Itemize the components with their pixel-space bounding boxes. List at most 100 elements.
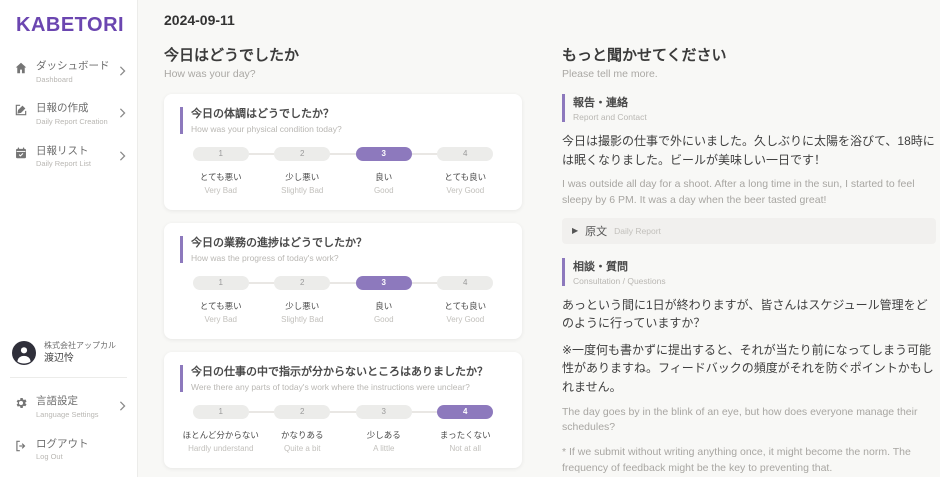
rating-option-label: とても悪い [200, 171, 242, 183]
question-title: 今日の業務の進捗はどうでしたか？ [191, 236, 506, 251]
nav-item-sublabel: Language Settings [36, 410, 119, 420]
section-title: 報告・連絡 [573, 94, 936, 110]
logout-icon [14, 439, 28, 453]
report-text-jp: ※一度何も書かずに提出すると、それが当たり前になってしまう可能性がありますね。フ… [562, 341, 936, 397]
sidebar-item-daily-report-creation[interactable]: 日報の作成 Daily Report Creation [0, 93, 137, 135]
rating-option-label: 少し悪い [285, 300, 319, 312]
rating-pill[interactable]: 2 [274, 147, 330, 161]
rating-pill[interactable]: 4 [437, 405, 493, 419]
rating-option-label: 少し悪い [285, 171, 319, 183]
rating-scale: 1 とても悪い Very Bad 2 少し悪い Slightly Bad 3 良… [180, 147, 506, 195]
rating-option: 2 かなりある Quite a bit [262, 405, 344, 453]
rating-pill[interactable]: 2 [274, 276, 330, 290]
rating-option: 4 まったくない Not at all [425, 405, 507, 453]
survey-column: 今日はどうでしたか How was your day? 今日の体調はどうでしたか… [164, 44, 522, 477]
feedback-title: もっと聞かせてください [562, 44, 936, 65]
report-text-jp: 今日は撮影の仕事で外にいました。久しぶりに太陽を浴びて、18時には眠くなりました… [562, 132, 936, 169]
rating-option-sublabel: Good [374, 186, 394, 195]
rating-option: 1 ほとんど分からない Hardly understand [180, 405, 262, 453]
triangle-right-icon: ▶ [572, 227, 578, 235]
nav-item-label: 言語設定 [36, 395, 119, 409]
rating-option-label: まったくない [440, 429, 491, 441]
rating-option: 3 良い Good [343, 276, 425, 324]
rating-scale: 1 とても悪い Very Bad 2 少し悪い Slightly Bad 3 良… [180, 276, 506, 324]
rating-option-sublabel: Slightly Bad [281, 186, 323, 195]
sidebar: KABETORI ダッシュボード Dashboard 日報の作成 Daily R… [0, 0, 138, 477]
sidebar-divider [10, 377, 127, 378]
nav-item-sublabel: Log Out [36, 452, 127, 462]
nav-item-sublabel: Dashboard [36, 75, 119, 85]
report-text-en: The day goes by in the blink of an eye, … [562, 405, 936, 437]
nav-item-sublabel: Daily Report Creation [36, 117, 119, 127]
rating-option: 3 良い Good [343, 147, 425, 195]
rating-option-sublabel: Very Bad [205, 315, 237, 324]
chevron-right-icon [119, 66, 127, 76]
survey-subtitle: How was your day? [164, 68, 522, 80]
user-name: 渡辺怜 [44, 352, 125, 365]
main-content: 2024-09-11 今日はどうでしたか How was your day? 今… [138, 0, 940, 477]
sidebar-item-dashboard[interactable]: ダッシュボード Dashboard [0, 51, 137, 93]
rating-pill[interactable]: 3 [356, 405, 412, 419]
rating-pill[interactable]: 3 [356, 147, 412, 161]
user-block: 株式会社アップカル 渡辺怜 [0, 333, 137, 377]
sidebar-nav: ダッシュボード Dashboard 日報の作成 Daily Report Cre… [0, 51, 137, 178]
rating-pill[interactable]: 1 [193, 276, 249, 290]
rating-option-label: 良い [375, 300, 392, 312]
rating-option: 2 少し悪い Slightly Bad [262, 276, 344, 324]
rating-pill[interactable]: 4 [437, 276, 493, 290]
rating-scale: 1 ほとんど分からない Hardly understand 2 かなりある Qu… [180, 405, 506, 453]
question-title: 今日の仕事の中で指示が分からないところはありましたか？ [191, 365, 506, 380]
feedback-subtitle: Please tell me more. [562, 68, 936, 80]
nav-item-label: ダッシュボード [36, 60, 119, 74]
rating-option: 4 とても良い Very Good [425, 147, 507, 195]
rating-pill[interactable]: 1 [193, 147, 249, 161]
question-card: 今日の業務の進捗はどうでしたか？ How was the progress of… [164, 223, 522, 339]
rating-pill[interactable]: 1 [193, 405, 249, 419]
question-card: 今日の体調はどうでしたか？ How was your physical cond… [164, 94, 522, 210]
sidebar-item-language-settings[interactable]: 言語設定 Language Settings [0, 386, 137, 428]
rating-option-sublabel: Slightly Bad [281, 315, 323, 324]
report-text-jp: あっという間に1日が終わりますが、皆さんはスケジュール管理をどのように行っていま… [562, 296, 936, 333]
question-card: 今日の仕事の中で指示が分からないところはありましたか？ Were there a… [164, 352, 522, 468]
rating-option-sublabel: Very Bad [205, 186, 237, 195]
chevron-right-icon [119, 151, 127, 161]
rating-pill[interactable]: 3 [356, 276, 412, 290]
report-text-en: I was outside all day for a shoot. After… [562, 177, 936, 209]
rating-option-sublabel: Hardly understand [188, 444, 253, 453]
chevron-right-icon [119, 108, 127, 118]
rating-option: 4 とても良い Very Good [425, 276, 507, 324]
nav-item-label: 日報の作成 [36, 102, 119, 116]
rating-option-sublabel: Good [374, 315, 394, 324]
rating-option-sublabel: Very Good [446, 186, 484, 195]
rating-option-sublabel: A little [373, 444, 394, 453]
chevron-right-icon [119, 401, 127, 411]
question-subtitle: How was the progress of today's work? [191, 253, 506, 263]
rating-option-label: ほとんど分からない [183, 429, 259, 441]
section-title: 相談・質問 [573, 258, 936, 274]
section-subtitle: Consultation / Questions [573, 276, 936, 286]
edit-icon [14, 103, 28, 117]
rating-option-label: とても良い [444, 300, 486, 312]
question-title: 今日の体調はどうでしたか？ [191, 107, 506, 122]
original-text-sublabel: Daily Report [614, 226, 661, 236]
rating-option: 2 少し悪い Slightly Bad [262, 147, 344, 195]
rating-pill[interactable]: 4 [437, 147, 493, 161]
feedback-section: 相談・質問 Consultation / Questions あっという間に1日… [562, 258, 936, 477]
calendar-icon [14, 146, 28, 160]
original-text-label: 原文 [585, 223, 607, 239]
sidebar-footer-nav: 言語設定 Language Settings ログアウト Log Out [0, 386, 137, 471]
nav-item-sublabel: Daily Report List [36, 159, 119, 169]
original-text-toggle[interactable]: ▶ 原文 Daily Report [562, 218, 936, 244]
rating-pill[interactable]: 2 [274, 405, 330, 419]
section-subtitle: Report and Contact [573, 112, 936, 122]
rating-option-sublabel: Quite a bit [284, 444, 320, 453]
sidebar-item-log-out[interactable]: ログアウト Log Out [0, 429, 137, 471]
rating-option-label: 少しある [367, 429, 401, 441]
rating-option-sublabel: Not at all [449, 444, 481, 453]
report-date: 2024-09-11 [164, 12, 940, 28]
rating-option-label: 良い [375, 171, 392, 183]
sidebar-item-daily-report-list[interactable]: 日報リスト Daily Report List [0, 136, 137, 178]
home-icon [14, 61, 28, 75]
rating-option-label: とても良い [444, 171, 486, 183]
question-subtitle: How was your physical condition today? [191, 124, 506, 134]
